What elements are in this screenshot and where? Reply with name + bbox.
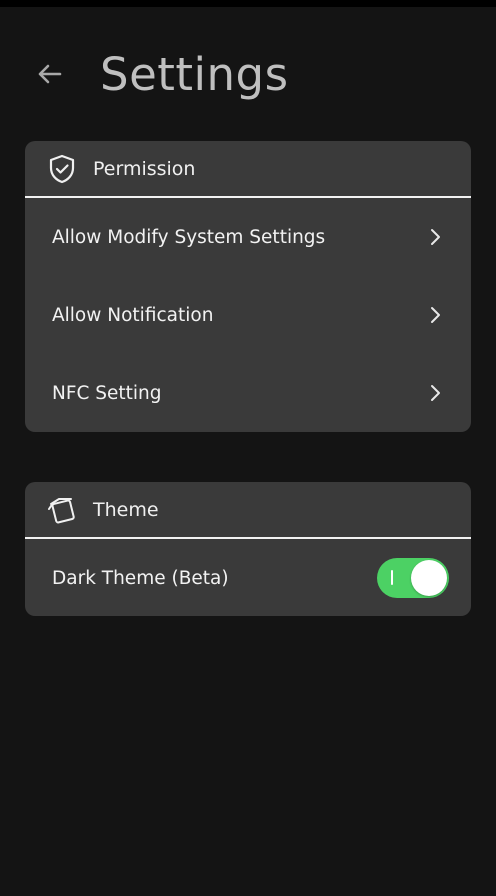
status-bar [0, 0, 496, 7]
nfc-setting-item[interactable]: NFC Setting [25, 354, 471, 432]
theme-section-title: Theme [93, 498, 159, 521]
list-item-label: Allow Modify System Settings [52, 226, 326, 248]
back-button[interactable] [30, 58, 68, 94]
dark-theme-toggle[interactable] [377, 558, 449, 598]
shield-check-icon [46, 153, 78, 185]
toggle-on-indicator [391, 570, 393, 585]
allow-notification-item[interactable]: Allow Notification [25, 276, 471, 354]
permission-card-header: Permission [25, 141, 471, 198]
toggle-knob [411, 560, 447, 596]
page-title: Settings [100, 48, 289, 101]
chevron-right-icon [425, 381, 445, 405]
dark-theme-row: Dark Theme (Beta) [25, 539, 471, 616]
app-header: Settings [0, 40, 496, 112]
list-item-label: Allow Notification [52, 304, 214, 326]
list-item-label: NFC Setting [52, 382, 162, 404]
cards-icon [46, 494, 78, 526]
arrow-left-icon [36, 63, 62, 89]
allow-modify-system-settings-item[interactable]: Allow Modify System Settings [25, 198, 471, 276]
chevron-right-icon [425, 303, 445, 327]
permission-card: Permission Allow Modify System Settings … [25, 141, 471, 432]
theme-card: Theme Dark Theme (Beta) [25, 482, 471, 616]
dark-theme-label: Dark Theme (Beta) [52, 567, 229, 589]
chevron-right-icon [425, 225, 445, 249]
theme-card-header: Theme [25, 482, 471, 539]
permission-section-title: Permission [93, 157, 196, 180]
